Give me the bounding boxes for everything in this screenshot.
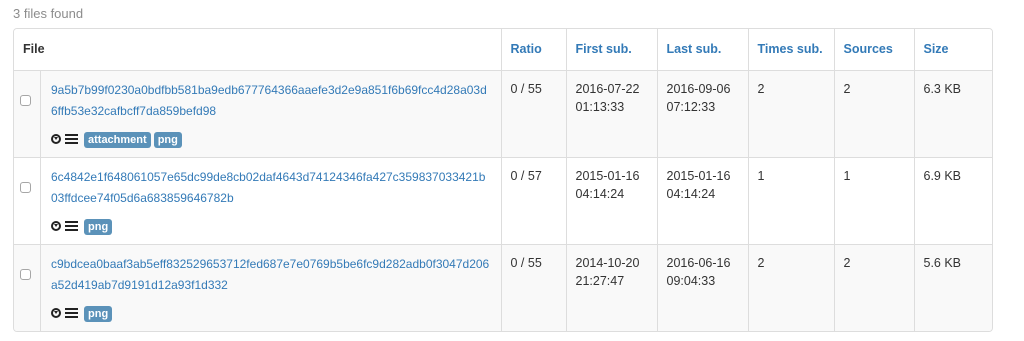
header-ratio[interactable]: Ratio: [501, 29, 567, 71]
header-first-sub[interactable]: First sub.: [566, 29, 658, 71]
last-sub-cell: 2016-06-16 09:04:33: [657, 243, 749, 331]
file-actions: attachment png: [51, 130, 501, 148]
ratio-cell: 0 / 57: [501, 156, 567, 244]
file-tags: attachment png: [84, 130, 185, 148]
times-sub-cell: 1: [748, 156, 835, 244]
files-found-count: 3 files found: [13, 6, 84, 21]
ratio-cell: 0 / 55: [501, 243, 567, 331]
table-header-row: File Ratio First sub. Last sub. Times su…: [14, 29, 992, 71]
sources-cell: 2: [834, 70, 915, 157]
header-times-sub[interactable]: Times sub.: [748, 29, 835, 71]
first-sub-cell: 2016-07-22 01:13:33: [566, 70, 658, 157]
file-hash-link[interactable]: 6c4842e1f648061057e65dc99de8cb02daf4643d…: [51, 167, 491, 209]
list-icon[interactable]: [65, 220, 78, 231]
file-hash-link[interactable]: 9a5b7b99f0230a0bdfbb581ba9edb677764366aa…: [51, 80, 491, 122]
ratio-cell: 0 / 55: [501, 70, 567, 157]
size-cell: 5.6 KB: [914, 243, 992, 331]
last-sub-cell: 2015-01-16 04:14:24: [657, 156, 749, 244]
size-cell: 6.3 KB: [914, 70, 992, 157]
download-icon[interactable]: [51, 133, 61, 144]
download-icon[interactable]: [51, 220, 61, 231]
download-icon[interactable]: [51, 307, 61, 318]
file-tags: png: [84, 217, 115, 235]
file-cell: 6c4842e1f648061057e65dc99de8cb02daf4643d…: [14, 156, 502, 244]
size-cell: 6.9 KB: [914, 156, 992, 244]
file-tags: png: [84, 304, 115, 322]
tag-png[interactable]: png: [84, 218, 113, 235]
header-sources[interactable]: Sources: [834, 29, 915, 71]
file-actions: png: [51, 217, 501, 235]
row-checkbox[interactable]: [20, 268, 31, 280]
tag-png[interactable]: png: [84, 305, 113, 322]
file-hash-link[interactable]: c9bdcea0baaf3ab5eff832529653712fed687e7e…: [51, 254, 491, 296]
times-sub-cell: 2: [748, 70, 835, 157]
header-file: File: [14, 29, 502, 71]
sources-cell: 2: [834, 243, 915, 331]
times-sub-cell: 2: [748, 243, 835, 331]
sources-cell: 1: [834, 156, 915, 244]
tag-png[interactable]: png: [153, 131, 182, 148]
results-table: File Ratio First sub. Last sub. Times su…: [14, 29, 992, 331]
tag-attachment[interactable]: attachment: [84, 131, 151, 148]
list-icon[interactable]: [65, 307, 78, 318]
row-checkbox[interactable]: [20, 94, 31, 106]
row-checkbox[interactable]: [20, 181, 31, 193]
header-last-sub[interactable]: Last sub.: [657, 29, 749, 71]
file-cell: c9bdcea0baaf3ab5eff832529653712fed687e7e…: [14, 243, 502, 331]
table-row: c9bdcea0baaf3ab5eff832529653712fed687e7e…: [14, 243, 992, 331]
first-sub-cell: 2015-01-16 04:14:24: [566, 156, 658, 244]
table-row: 6c4842e1f648061057e65dc99de8cb02daf4643d…: [14, 156, 992, 244]
file-cell: 9a5b7b99f0230a0bdfbb581ba9edb677764366aa…: [14, 70, 502, 157]
first-sub-cell: 2014-10-20 21:27:47: [566, 243, 658, 331]
list-icon[interactable]: [65, 133, 78, 144]
results-table-container: File Ratio First sub. Last sub. Times su…: [13, 28, 993, 332]
last-sub-cell: 2016-09-06 07:12:33: [657, 70, 749, 157]
file-actions: png: [51, 304, 501, 322]
table-row: 9a5b7b99f0230a0bdfbb581ba9edb677764366aa…: [14, 70, 992, 157]
header-size[interactable]: Size: [914, 29, 992, 71]
